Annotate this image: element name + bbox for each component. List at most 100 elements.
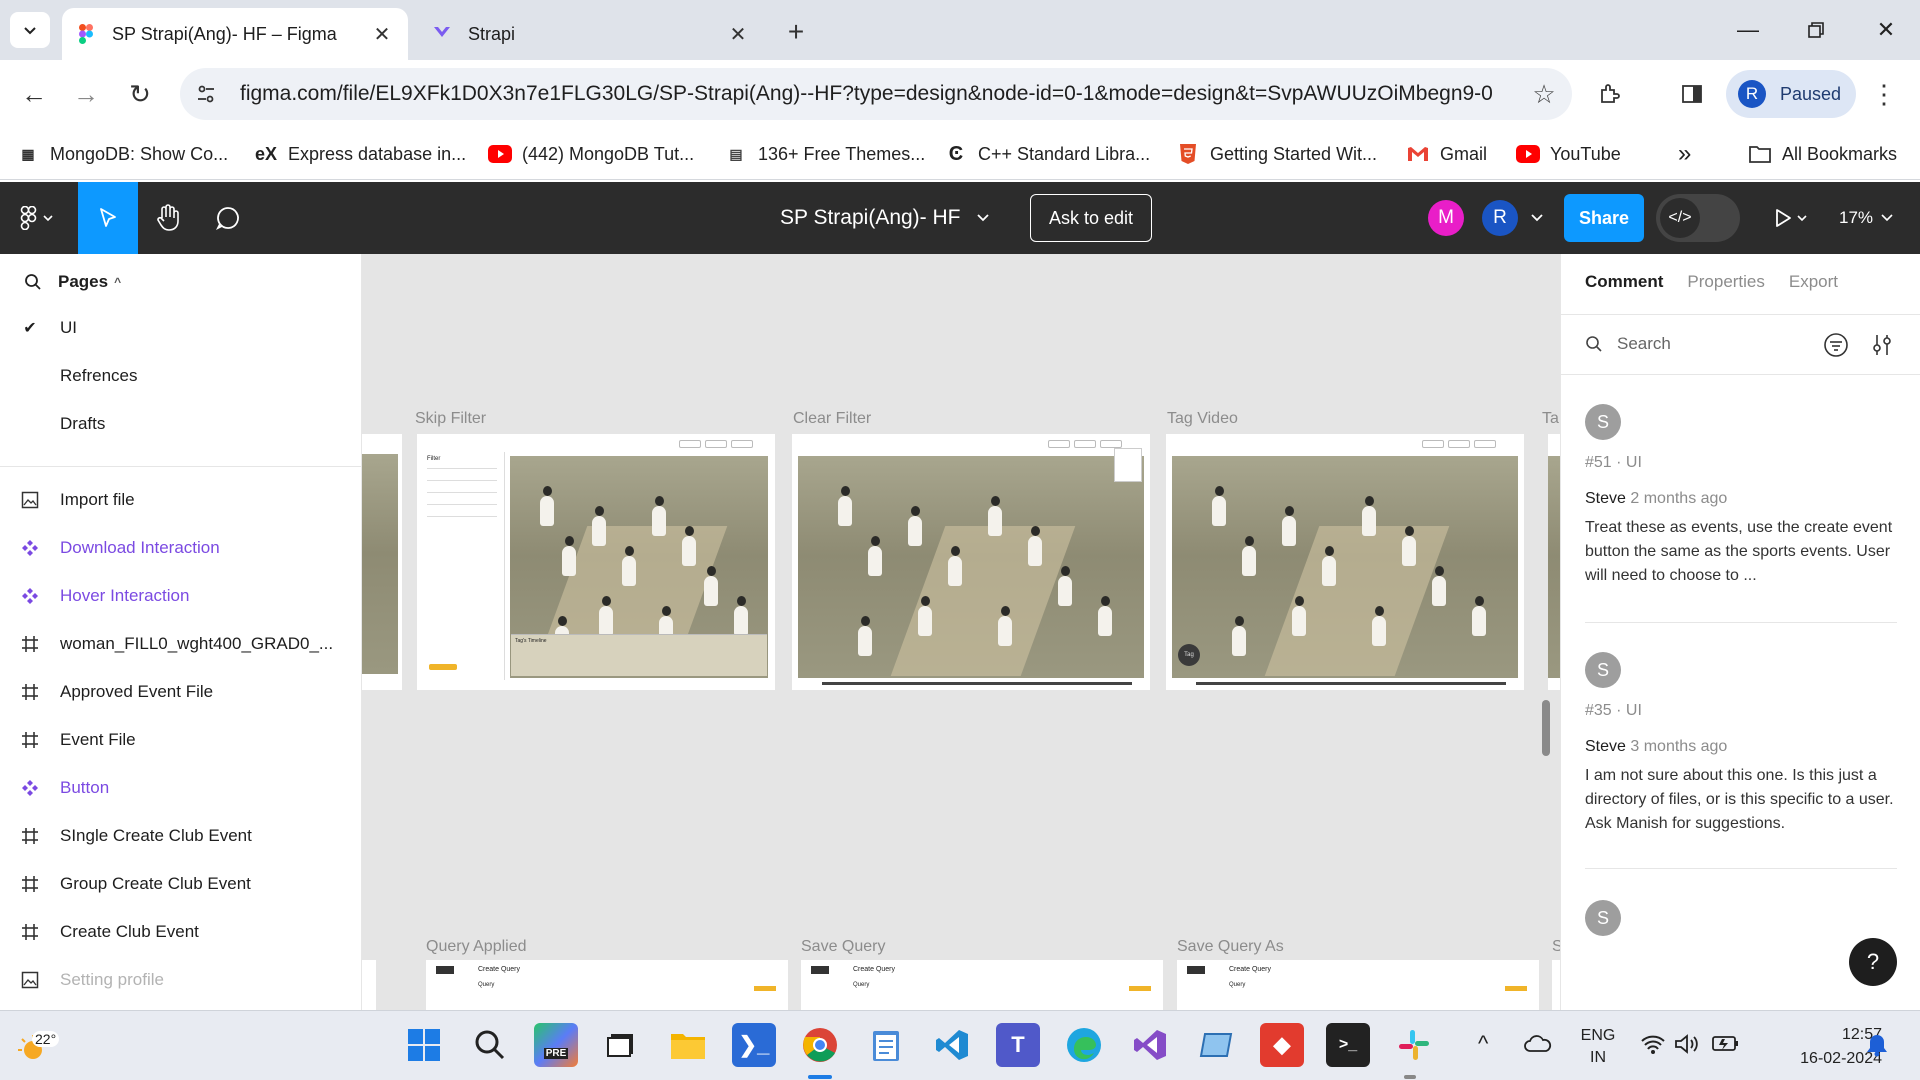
frame-thumbnail[interactable] xyxy=(362,434,402,690)
new-tab-button[interactable]: + xyxy=(778,14,814,50)
bookmark-mongodb-tutorial[interactable]: (442) MongoDB Tut... xyxy=(488,138,694,170)
bookmark-star-icon[interactable]: ☆ xyxy=(1516,79,1572,110)
volume-icon[interactable] xyxy=(1674,1033,1700,1060)
close-tab-icon[interactable]: ✕ xyxy=(370,22,394,46)
windows-start-icon[interactable] xyxy=(402,1023,446,1067)
frame-label[interactable]: Save Query xyxy=(801,938,885,956)
zoom-dropdown[interactable]: 17% xyxy=(1826,182,1906,254)
comment-thread[interactable]: S #51 · UI Steve 2 months ago Treat thes… xyxy=(1585,404,1901,588)
layer-item[interactable]: woman_FILL0_wght400_GRAD0_... xyxy=(0,620,361,668)
help-button[interactable]: ? xyxy=(1849,938,1897,986)
site-info-icon[interactable] xyxy=(180,83,232,105)
frame-label[interactable]: Query Applied xyxy=(426,938,527,956)
vscode-icon[interactable] xyxy=(930,1023,974,1067)
hand-tool-button[interactable] xyxy=(138,182,198,254)
bookmark-express[interactable]: eX Express database in... xyxy=(254,138,466,170)
frame-thumbnail[interactable] xyxy=(1548,434,1560,690)
layer-item[interactable]: Button xyxy=(0,764,361,812)
close-tab-icon[interactable]: ✕ xyxy=(726,22,750,46)
frame-save-query-as[interactable]: Create Query Query xyxy=(1177,960,1539,1010)
bookmark-cpp-library[interactable]: Ͼ C++ Standard Libra... xyxy=(944,138,1150,170)
frame-save-query[interactable]: Create Query Query xyxy=(801,960,1163,1010)
wifi-icon[interactable] xyxy=(1640,1033,1666,1060)
virtualbox-icon[interactable] xyxy=(1194,1023,1238,1067)
frame-skip-filter[interactable]: Filter Tag's Timeline xyxy=(417,434,775,690)
weather-widget[interactable]: 22° xyxy=(12,1021,72,1071)
bookmark-youtube[interactable]: YouTube xyxy=(1516,138,1621,170)
restore-icon[interactable] xyxy=(1790,10,1842,50)
frame-thumbnail[interactable] xyxy=(362,960,376,1010)
tab-search-button[interactable] xyxy=(10,12,50,48)
copilot-icon[interactable]: PRE xyxy=(534,1023,578,1067)
chevron-up-icon[interactable]: ^ xyxy=(114,275,121,289)
layer-item[interactable]: Import file xyxy=(0,476,361,524)
forward-icon[interactable]: → xyxy=(66,74,106,114)
layer-item[interactable]: SIngle Create Club Event xyxy=(0,812,361,860)
terminal-icon[interactable]: >_ xyxy=(1326,1023,1370,1067)
url-text[interactable]: figma.com/file/EL9XFk1D0X3n7e1FLG30LG/SP… xyxy=(232,82,1516,106)
bookmark-getting-started[interactable]: Getting Started Wit... xyxy=(1176,138,1377,170)
tab-strapi[interactable]: Strapi ✕ xyxy=(418,8,764,60)
frame-label[interactable]: Ta xyxy=(1542,410,1559,428)
layer-item[interactable]: Create Club Event xyxy=(0,908,361,956)
collaborator-avatar[interactable]: R xyxy=(1482,200,1518,236)
more-menu-icon[interactable]: ⋮ xyxy=(1864,74,1904,114)
layer-item[interactable]: Approved Event File xyxy=(0,668,361,716)
frame-label[interactable]: Skip Filter xyxy=(415,410,486,428)
show-hidden-icons[interactable]: ^ xyxy=(1478,1031,1488,1057)
teams-icon[interactable]: T xyxy=(996,1023,1040,1067)
dev-mode-toggle[interactable]: </> xyxy=(1656,194,1740,242)
tab-properties[interactable]: Properties xyxy=(1687,272,1764,292)
filter-comments-icon[interactable] xyxy=(1823,332,1849,363)
pages-header[interactable]: Pages ^ xyxy=(24,272,121,292)
tab-figma[interactable]: SP Strapi(Ang)- HF – Figma ✕ xyxy=(62,8,408,60)
more-bookmarks-button[interactable]: » xyxy=(1678,138,1691,170)
main-menu-button[interactable] xyxy=(0,182,78,254)
comment-thread[interactable]: S #35 · UI Steve 3 months ago I am not s… xyxy=(1585,652,1901,836)
sort-settings-icon[interactable] xyxy=(1869,332,1895,363)
reload-icon[interactable]: ↻ xyxy=(120,74,160,114)
bookmark-free-themes[interactable]: ▤ 136+ Free Themes... xyxy=(724,138,925,170)
search-icon[interactable] xyxy=(24,273,42,291)
comment-search[interactable]: Search xyxy=(1585,334,1671,354)
layer-item[interactable]: Setting profile xyxy=(0,956,361,1004)
visual-studio-icon[interactable] xyxy=(1128,1023,1172,1067)
search-icon[interactable] xyxy=(468,1023,512,1067)
frame-label[interactable]: Save Query As xyxy=(1177,938,1284,956)
canvas-scrollbar[interactable] xyxy=(1542,700,1550,756)
battery-icon[interactable] xyxy=(1712,1033,1740,1058)
frame-query-applied[interactable]: Create Query Query xyxy=(426,960,788,1010)
layer-item[interactable]: Group Create Club Event xyxy=(0,860,361,908)
frame-label[interactable]: Tag Video xyxy=(1167,410,1238,428)
side-panel-icon[interactable] xyxy=(1672,74,1712,114)
comment-thread[interactable]: S xyxy=(1585,900,1901,936)
layer-item[interactable]: Hover Interaction xyxy=(0,572,361,620)
document-title-button[interactable]: SP Strapi(Ang)- HF xyxy=(780,182,989,254)
bookmark-gmail[interactable]: Gmail xyxy=(1406,138,1487,170)
task-view-icon[interactable] xyxy=(600,1023,644,1067)
omnibox[interactable]: figma.com/file/EL9XFk1D0X3n7e1FLG30LG/SP… xyxy=(180,68,1572,120)
bookmark-mongodb[interactable]: ▦ MongoDB: Show Co... xyxy=(16,138,228,170)
ask-to-edit-button[interactable]: Ask to edit xyxy=(1030,194,1152,242)
git-app-icon[interactable]: ◆ xyxy=(1260,1023,1304,1067)
page-item-drafts[interactable]: Drafts xyxy=(0,400,361,448)
share-button[interactable]: Share xyxy=(1564,194,1644,242)
edge-icon[interactable] xyxy=(1062,1023,1106,1067)
layer-item[interactable]: Event File xyxy=(0,716,361,764)
frame-label[interactable]: Clear Filter xyxy=(793,410,871,428)
collaborator-avatar[interactable]: M xyxy=(1428,200,1464,236)
back-icon[interactable]: ← xyxy=(14,74,54,114)
move-tool-button[interactable] xyxy=(78,182,138,254)
extensions-icon[interactable] xyxy=(1590,74,1630,114)
chrome-icon[interactable] xyxy=(798,1023,842,1067)
frame-label[interactable]: S xyxy=(1552,938,1560,956)
file-explorer-icon[interactable] xyxy=(666,1023,710,1067)
page-item-ui[interactable]: ✔ UI xyxy=(0,304,361,352)
present-button[interactable] xyxy=(1766,182,1816,254)
frame-tag-video[interactable]: Tag xyxy=(1166,434,1524,690)
comment-tool-button[interactable] xyxy=(198,182,258,254)
tab-export[interactable]: Export xyxy=(1789,272,1838,292)
frame-thumbnail[interactable] xyxy=(1552,960,1560,1010)
clock[interactable]: 12:57 16-02-2024 xyxy=(1752,1023,1882,1071)
notepad-icon[interactable] xyxy=(864,1023,908,1067)
